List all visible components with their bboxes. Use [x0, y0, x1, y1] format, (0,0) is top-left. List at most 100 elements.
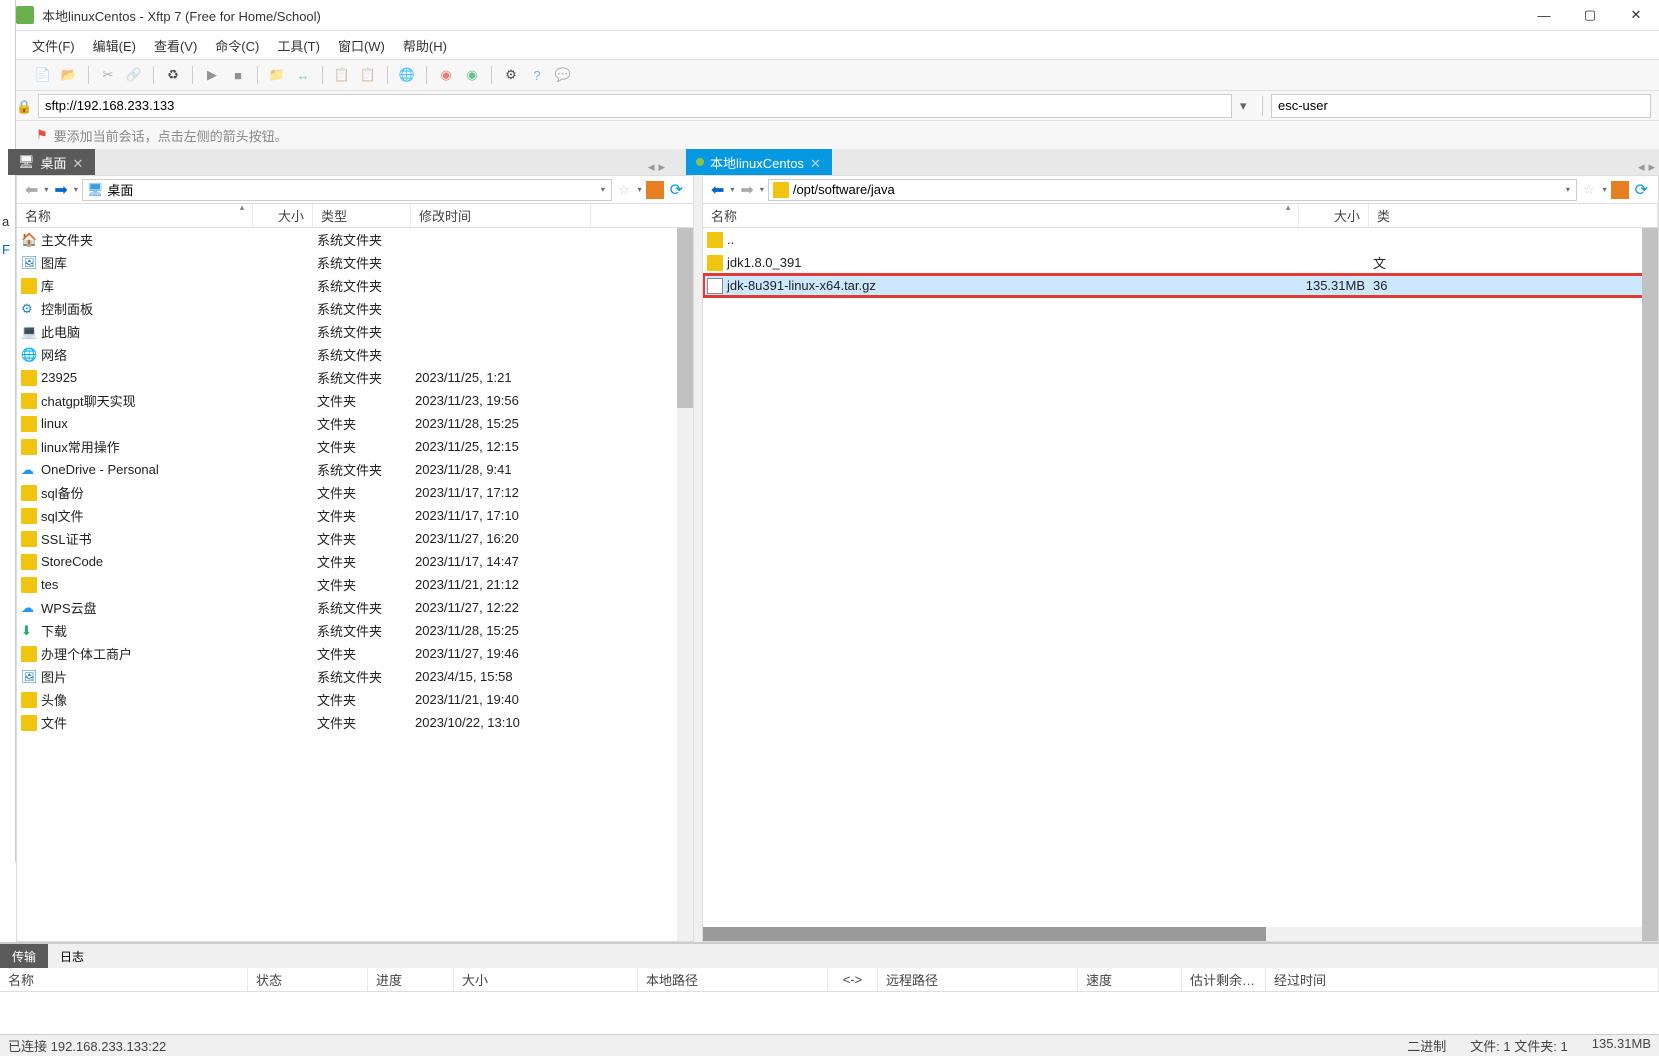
pane-splitter[interactable]	[694, 175, 702, 942]
col-modified[interactable]: 修改时间	[411, 204, 591, 227]
list-item[interactable]: 💻此电脑系统文件夹	[17, 320, 693, 343]
col-type[interactable]: 类型	[313, 204, 411, 227]
close-icon[interactable]: ✕	[810, 156, 822, 168]
list-item[interactable]: chatgpt聊天实现文件夹2023/11/23, 19:56	[17, 389, 693, 412]
tcol-eta[interactable]: 估计剩余…	[1182, 968, 1266, 991]
minimize-button[interactable]: —	[1521, 0, 1567, 31]
maximize-button[interactable]: ▢	[1567, 0, 1613, 31]
chain-icon[interactable]: 🔗	[123, 64, 145, 86]
forward-icon[interactable]: ➡	[738, 180, 755, 200]
list-item[interactable]: ⬇下载系统文件夹2023/11/28, 15:25	[17, 619, 693, 642]
green-swirl-icon[interactable]: ◉	[461, 64, 483, 86]
menu-view[interactable]: 查看(V)	[154, 36, 197, 55]
user-input[interactable]: esc-user	[1271, 94, 1651, 118]
remote-file-list[interactable]: ..jdk1.8.0_391文jdk-8u391-linux-x64.tar.g…	[703, 228, 1658, 941]
chevron-down-icon[interactable]: ▾	[1564, 185, 1572, 194]
menu-file[interactable]: 文件(F)	[32, 36, 75, 55]
paste-icon[interactable]: 📋	[357, 64, 379, 86]
tab-transfer[interactable]: 传输	[0, 944, 48, 968]
sync-icon[interactable]: ↔	[292, 64, 314, 86]
forward-icon[interactable]: ➡	[52, 180, 69, 200]
tab-prev-icon[interactable]: ◂	[648, 159, 655, 175]
red-swirl-icon[interactable]: ◉	[435, 64, 457, 86]
star-icon[interactable]: ☆	[614, 182, 634, 198]
globe-icon[interactable]: 🌐	[396, 64, 418, 86]
tab-remote[interactable]: 本地linuxCentos ✕	[686, 149, 832, 175]
scrollbar[interactable]	[1642, 228, 1658, 941]
close-button[interactable]: ✕	[1613, 0, 1659, 31]
list-item[interactable]: 🏠主文件夹系统文件夹	[17, 228, 693, 251]
chevron-down-icon[interactable]: ▾	[72, 185, 80, 194]
refresh-icon[interactable]: ⟳	[1631, 180, 1652, 200]
list-item[interactable]: ☁WPS云盘系统文件夹2023/11/27, 12:22	[17, 596, 693, 619]
tcol-dir[interactable]: <->	[828, 968, 878, 991]
tab-next-icon[interactable]: ▸	[659, 159, 666, 175]
col-name[interactable]: 名称	[703, 204, 1299, 227]
new-session-icon[interactable]: 📄	[32, 64, 54, 86]
list-item[interactable]: sql文件文件夹2023/11/17, 17:10	[17, 504, 693, 527]
list-item[interactable]: 🖼图库系统文件夹	[17, 251, 693, 274]
scrollbar-h[interactable]	[703, 927, 1642, 941]
play-icon[interactable]: ▶	[201, 64, 223, 86]
tcol-elapsed[interactable]: 经过时间	[1266, 968, 1659, 991]
tab-local[interactable]: 🖥 桌面 ✕	[8, 149, 95, 175]
list-item[interactable]: 库系统文件夹	[17, 274, 693, 297]
local-path-input[interactable]: 🖥 桌面 ▾	[82, 179, 612, 201]
list-item[interactable]: ☁OneDrive - Personal系统文件夹2023/11/28, 9:4…	[17, 458, 693, 481]
address-input[interactable]: sftp://192.168.233.133	[38, 94, 1232, 118]
tcol-local[interactable]: 本地路径	[638, 968, 828, 991]
menu-edit[interactable]: 编辑(E)	[93, 36, 136, 55]
link-icon[interactable]: ✂	[97, 64, 119, 86]
tab-log[interactable]: 日志	[48, 944, 96, 968]
copy-icon[interactable]: 📋	[331, 64, 353, 86]
list-item[interactable]: SSL证书文件夹2023/11/27, 16:20	[17, 527, 693, 550]
list-item[interactable]: 文件文件夹2023/10/22, 13:10	[17, 711, 693, 734]
home-icon[interactable]	[646, 181, 664, 199]
stop-icon[interactable]: ■	[227, 64, 249, 86]
tcol-remote[interactable]: 远程路径	[878, 968, 1078, 991]
menu-tools[interactable]: 工具(T)	[277, 36, 320, 55]
folder-new-icon[interactable]: 📁	[266, 64, 288, 86]
tcol-size[interactable]: 大小	[454, 968, 638, 991]
list-item[interactable]: 头像文件夹2023/11/21, 19:40	[17, 688, 693, 711]
remote-path-input[interactable]: /opt/software/java ▾	[768, 179, 1577, 201]
local-file-list[interactable]: 🏠主文件夹系统文件夹🖼图库系统文件夹库系统文件夹⚙控制面板系统文件夹💻此电脑系统…	[17, 228, 693, 941]
menu-cmd[interactable]: 命令(C)	[215, 36, 259, 55]
open-folder-icon[interactable]: 📂	[58, 64, 80, 86]
list-item[interactable]: jdk1.8.0_391文	[703, 251, 1658, 274]
col-name[interactable]: 名称	[17, 204, 253, 227]
chat-icon[interactable]: 💬	[552, 64, 574, 86]
list-item[interactable]: sql备份文件夹2023/11/17, 17:12	[17, 481, 693, 504]
home-icon[interactable]	[1611, 181, 1629, 199]
list-item[interactable]: ⚙控制面板系统文件夹	[17, 297, 693, 320]
tcol-name[interactable]: 名称	[0, 968, 248, 991]
list-item[interactable]: StoreCode文件夹2023/11/17, 14:47	[17, 550, 693, 573]
tcol-speed[interactable]: 速度	[1078, 968, 1182, 991]
list-item[interactable]: linux文件夹2023/11/28, 15:25	[17, 412, 693, 435]
tab-next-icon[interactable]: ▸	[1648, 159, 1655, 175]
list-item[interactable]: ..	[703, 228, 1658, 251]
tcol-progress[interactable]: 进度	[368, 968, 454, 991]
list-item[interactable]: tes文件夹2023/11/21, 21:12	[17, 573, 693, 596]
tcol-status[interactable]: 状态	[248, 968, 368, 991]
list-item[interactable]: jdk-8u391-linux-x64.tar.gz135.31MB36	[703, 274, 1658, 297]
scrollbar[interactable]	[677, 228, 693, 941]
col-size[interactable]: 大小	[1299, 204, 1369, 227]
list-item[interactable]: 🖼图片系统文件夹2023/4/15, 15:58	[17, 665, 693, 688]
gear-icon[interactable]: ⚙	[500, 64, 522, 86]
list-item[interactable]: 办理个体工商户文件夹2023/11/27, 19:46	[17, 642, 693, 665]
menu-help[interactable]: 帮助(H)	[403, 36, 447, 55]
list-item[interactable]: 23925系统文件夹2023/11/25, 1:21	[17, 366, 693, 389]
back-icon[interactable]: ⬅	[23, 180, 40, 200]
chevron-down-icon[interactable]: ▾	[599, 185, 607, 194]
address-dropdown-icon[interactable]: ▾	[1240, 98, 1254, 114]
refresh-icon[interactable]: ⟳	[666, 180, 687, 200]
col-type[interactable]: 类	[1369, 204, 1658, 227]
back-icon[interactable]: ⬅	[709, 180, 726, 200]
close-icon[interactable]: ✕	[73, 156, 85, 168]
list-item[interactable]: 🌐网络系统文件夹	[17, 343, 693, 366]
refresh-icon[interactable]: ♻	[162, 64, 184, 86]
menu-window[interactable]: 窗口(W)	[338, 36, 385, 55]
col-size[interactable]: 大小	[253, 204, 313, 227]
star-icon[interactable]: ☆	[1579, 182, 1599, 198]
